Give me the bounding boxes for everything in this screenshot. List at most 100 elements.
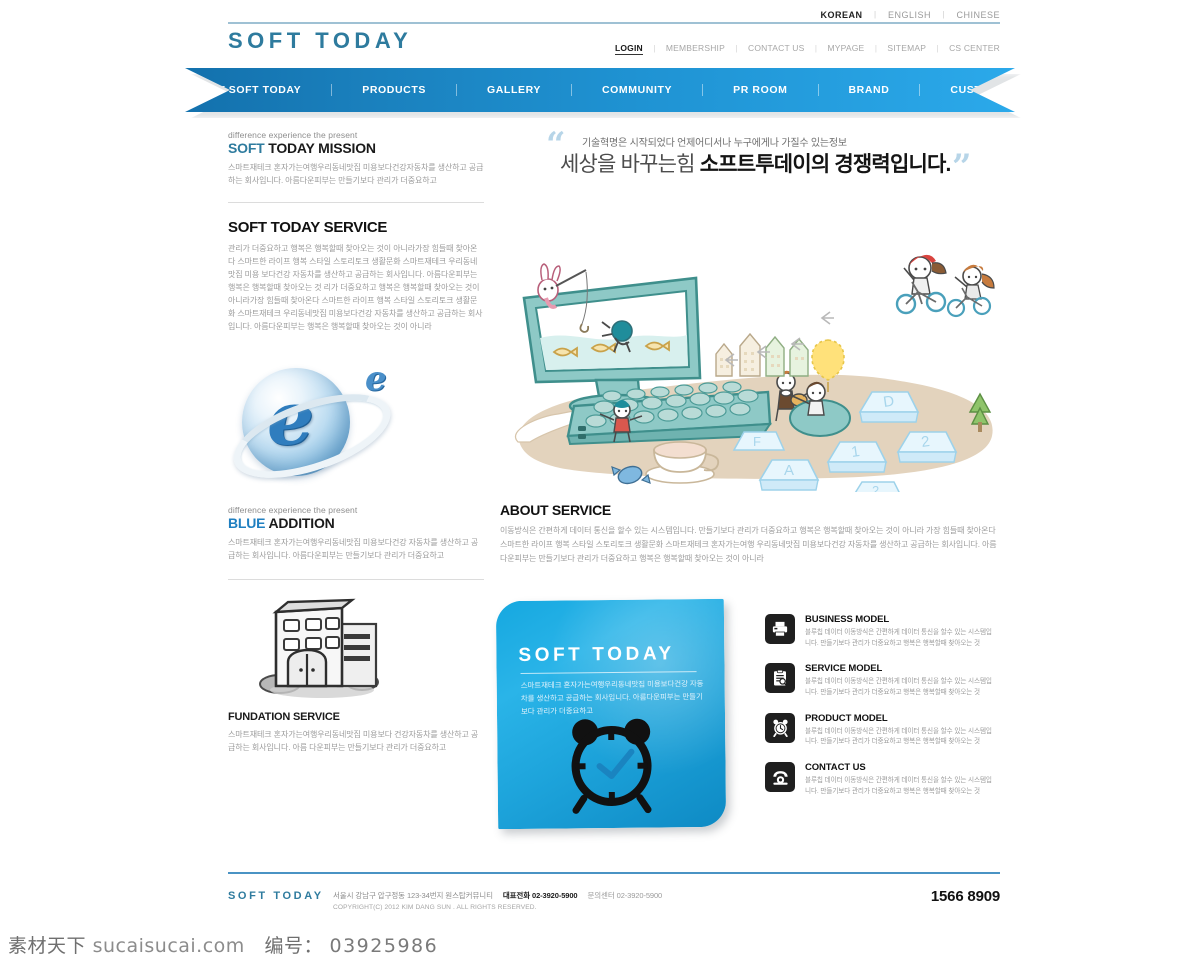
footer-cs-label: 문의센터 (587, 891, 615, 900)
model-title: CONTACT US (805, 762, 866, 774)
alarm-clock-icon (765, 712, 795, 743)
nav-item-about-soft-today[interactable]: ABOUT SOFT TODAY (181, 84, 305, 96)
utility-separator: | (653, 44, 656, 53)
header-divider (228, 22, 1000, 24)
main-navigation: ABOUT SOFT TODAY PRODUCTS GALLERY COMMUN… (185, 68, 1015, 114)
telephone-icon (765, 762, 795, 793)
nav-item-products[interactable]: PRODUCTS (358, 84, 430, 96)
language-english[interactable]: ENGLISH (888, 10, 931, 20)
hero-illustration: D 2 1 2 A F (500, 192, 1000, 499)
hero-quote-big: 세상을 바꾸는힘 소프트투데이의 경쟁력입니다. (560, 148, 951, 178)
nav-divider (331, 84, 332, 96)
left-sidebar: difference experience the present SOFT T… (223, 130, 484, 755)
watermark-id-label: 编号： (264, 935, 323, 957)
utility-sitemap[interactable]: SITEMAP (887, 43, 926, 53)
footer-hotline: 1566 8909 (930, 888, 1000, 905)
about-service-block: ABOUT SERVICE 이동방식은 간편하게 데이터 통신을 할수 있는 시… (500, 502, 1000, 566)
nav-divider (702, 84, 703, 96)
footer-copyright: COPYRIGHT(C) 2012 KIM DANG SUN . ALL RIG… (333, 904, 537, 911)
utility-separator: | (874, 44, 877, 53)
model-text: CONTACT US 블루칩 데이터 이동방식은 간편하게 데이터 통신을 할수… (805, 762, 995, 797)
nav-item-brand[interactable]: BRAND (845, 84, 894, 96)
blue-addition-title-accent: BLUE (228, 514, 266, 531)
footer: SOFT TODAY 서울시 강남구 압구정동 123-34번지 원스탑커뮤니티… (228, 884, 1000, 924)
blue-addition-body: 스마트재테크 혼자가는여행우리동네맛집 미용보다건강 자동차를 생산하고 공급하… (228, 538, 479, 561)
model-item-contact[interactable]: CONTACT US 블루칩 데이터 이동방식은 간편하게 데이터 통신을 할수… (765, 762, 995, 797)
building-illustration (250, 596, 400, 701)
sidebar-divider (228, 579, 484, 581)
mission-title-accent: SOFT (228, 140, 265, 156)
footer-address-line: 서울시 강남구 압구정동 123-34번지 원스탑커뮤니티 대표전화 02-39… (333, 890, 662, 901)
model-title: SERVICE MODEL (805, 663, 883, 675)
promo-card-title: SOFT TODAY (518, 643, 675, 666)
utility-separator: | (735, 44, 738, 53)
footer-divider (228, 872, 1000, 874)
utility-login[interactable]: LOGIN (614, 43, 643, 55)
model-body: 블루칩 데이터 이동방식은 간편하게 데이터 통신을 할수 있는 시스템입니다.… (805, 629, 992, 647)
model-body: 블루칩 데이터 이동방식은 간편하게 데이터 통신을 할수 있는 시스템입니다.… (805, 678, 992, 697)
model-text: SERVICE MODEL 블루칩 데이터 이동방식은 간편하게 데이터 통신을… (805, 663, 995, 698)
utility-contact-us[interactable]: CONTACT US (748, 43, 804, 53)
hero-quote-light: 세상을 바꾸는힘 (560, 153, 700, 176)
model-text: PRODUCT MODEL 블루칩 데이터 이동방식은 간편하게 데이터 통신을… (805, 713, 995, 748)
model-list: BUSINESS MODEL 블루칩 데이터 이동방식은 간편하게 데이터 통신… (765, 600, 995, 811)
svg-text:A: A (784, 462, 794, 479)
footer-logo: SOFT TODAY (228, 890, 324, 902)
nav-divider (456, 84, 457, 96)
model-title: PRODUCT MODEL (805, 712, 888, 724)
nav-item-gallery[interactable]: GALLERY (483, 84, 545, 96)
model-item-business[interactable]: BUSINESS MODEL 블루칩 데이터 이동방식은 간편하게 데이터 통신… (765, 614, 995, 649)
nav-item-community[interactable]: COMMUNITY (598, 84, 676, 96)
bottom-panel: SOFT TODAY 스마트재테크 혼자가는여행우리동네맛집 미용보다건강 자동… (495, 598, 997, 845)
watermark-brand: 素材天下 (8, 935, 87, 957)
language-korean[interactable]: KOREAN (820, 10, 862, 20)
utility-mypage[interactable]: MYPAGE (827, 43, 864, 53)
footer-cs-value: 02-3920-5900 (616, 891, 663, 900)
model-text: BUSINESS MODEL 블루칩 데이터 이동방식은 간편하게 데이터 통신… (805, 614, 995, 649)
service-body: 관리가 더중요하고 행복은 행복할때 찾아오는 것이 아니라가장 힘들때 찾아온… (228, 244, 483, 332)
utility-separator: | (936, 44, 939, 53)
watermark-site: sucaisucai.com (92, 935, 245, 957)
watermark-id-value: 03925986 (329, 935, 439, 957)
fundation-block: FUNDATION SERVICE 스마트재테크 혼자가는여행우리동네맛집 미용… (228, 711, 484, 755)
model-title: BUSINESS MODEL (805, 614, 890, 625)
model-body: 블루칩 데이터 이동방식은 간편하게 데이터 통신을 할수 있는 시스템입니다.… (805, 727, 992, 746)
hero-quote: “ 기술혁명은 시작되었다 언제어디서나 누구에게나 가질수 있는정보 세상을 … (500, 126, 1000, 188)
svg-text:2: 2 (872, 483, 879, 492)
mission-eyebrow: difference experience the present (228, 130, 358, 140)
watermark-text: 素材天下 sucaisucai.com 编号： 03925986 (8, 931, 438, 958)
fundation-body: 스마트재테크 혼자가는여행우리동네맛집 미용보다 건강자동차를 생산하고 공급하… (228, 730, 479, 753)
sidebar-divider (228, 202, 484, 204)
about-service-body: 이동방식은 간편하게 데이터 통신을 할수 있는 시스템입니다. 만들기보다 관… (500, 526, 997, 563)
model-item-product[interactable]: PRODUCT MODEL 블루칩 데이터 이동방식은 간편하게 데이터 통신을… (765, 712, 995, 748)
utility-membership[interactable]: MEMBERSHIP (666, 43, 725, 53)
page-root: KOREAN | ENGLISH | CHINESE SOFT TODAY LO… (0, 0, 1200, 967)
nav-divider (919, 84, 920, 96)
watermark-bar: 素材天下 sucaisucai.com 编号： 03925986 (0, 926, 1200, 967)
model-item-service[interactable]: SERVICE MODEL 블루칩 데이터 이동방식은 간편하게 데이터 통신을… (765, 663, 995, 698)
language-separator: | (942, 10, 946, 20)
svg-text:F: F (753, 434, 761, 449)
hero-quote-bold: 소프트투데이의 경쟁력입니다. (699, 153, 952, 176)
blue-addition-title: BLUE ADDITION (228, 514, 484, 531)
blue-addition-block: difference experience the present BLUE A… (228, 505, 484, 563)
clipboard-search-icon (765, 663, 795, 694)
alarm-clock-icon (559, 709, 664, 814)
main-content: “ 기술혁명은 시작되었다 언제어디서나 누구에게나 가질수 있는정보 세상을 … (500, 126, 1000, 566)
mission-title: SOFT TODAY MISSION (228, 140, 484, 156)
footer-tel-label: 대표전화 (502, 891, 531, 900)
site-logo[interactable]: SOFT TODAY (228, 28, 412, 54)
model-body: 블루칩 데이터 이동방식은 간편하게 데이터 통신을 할수 있는 시스템입니다.… (805, 777, 992, 795)
utility-cs-center[interactable]: CS CENTER (949, 43, 1000, 53)
nav-item-pr-room[interactable]: PR ROOM (729, 84, 791, 96)
language-chinese[interactable]: CHINESE (956, 10, 1000, 20)
utility-menu: LOGIN | MEMBERSHIP | CONTACT US | MYPAGE… (600, 38, 1000, 56)
utility-separator: | (814, 44, 817, 53)
footer-address: 서울시 강남구 압구정동 123-34번지 원스탑커뮤니티 (333, 891, 493, 900)
language-separator: | (873, 10, 877, 20)
service-title: SOFT TODAY SERVICE (228, 219, 388, 237)
fundation-title: FUNDATION SERVICE (228, 711, 340, 724)
internet-explorer-icon: e e (223, 356, 424, 495)
blue-addition-title-rest: ADDITION (265, 514, 335, 531)
promo-card[interactable]: SOFT TODAY 스마트재테크 혼자가는여행우리동네맛집 미용보다건강 자동… (495, 598, 727, 830)
